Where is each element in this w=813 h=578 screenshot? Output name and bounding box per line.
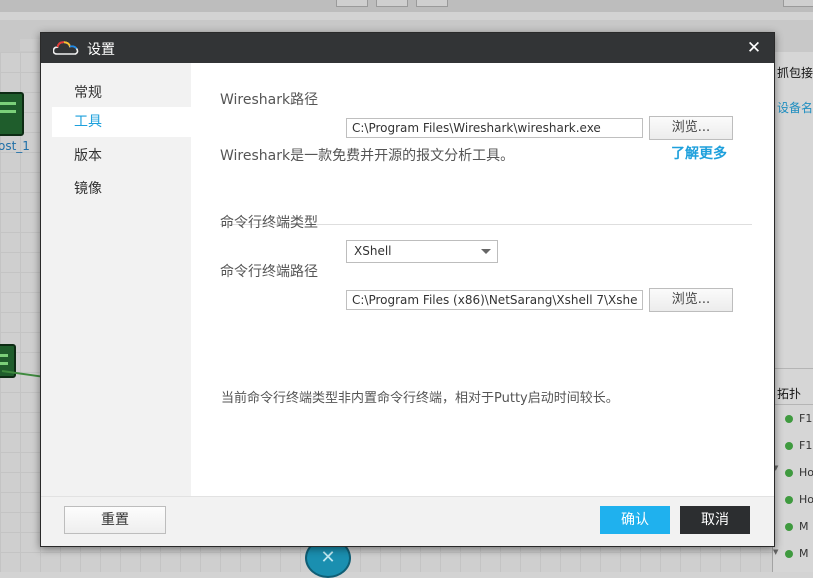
terminal-path-input[interactable]	[346, 290, 643, 310]
sidebar-item-label: 工具	[74, 114, 102, 130]
status-dot-icon	[785, 442, 793, 450]
topology-list-item[interactable]: M	[785, 520, 809, 533]
sidebar-item-label: 版本	[74, 148, 102, 164]
dialog-title-bar[interactable]: 设置 ✕	[41, 33, 774, 63]
terminal-browse-button[interactable]: 浏览...	[649, 288, 733, 312]
panel-divider	[773, 368, 813, 369]
reset-button[interactable]: 重置	[64, 506, 166, 534]
topology-item-label: F1	[799, 439, 813, 452]
toolbar-button[interactable]	[336, 0, 368, 7]
status-dot-icon	[785, 469, 793, 477]
device-name-link[interactable]: 设备名	[777, 99, 813, 116]
sidebar-item-label: 常规	[74, 85, 102, 101]
cloud-logo-icon	[53, 41, 79, 55]
status-dot-icon	[785, 415, 793, 423]
close-icon[interactable]: ✕	[744, 38, 764, 58]
status-dot-icon	[785, 523, 793, 531]
terminal-type-select[interactable]: XShell	[346, 240, 498, 263]
terminal-type-label: 命令行终端类型	[220, 215, 318, 231]
topology-panel-title: 拓扑	[777, 387, 802, 401]
sidebar-item-tools[interactable]: 工具	[52, 107, 191, 137]
topology-item-label: F1	[799, 412, 813, 425]
topology-item-label: M	[799, 520, 809, 533]
learn-more-link[interactable]: 了解更多	[671, 143, 727, 163]
app-top-bar	[0, 0, 813, 12]
toolbar-button[interactable]	[416, 0, 448, 7]
topology-item-label: M	[799, 547, 809, 560]
terminal-path-label: 命令行终端路径	[220, 264, 318, 280]
host-device-label: ost_1	[0, 139, 30, 153]
topology-list-item[interactable]: Ho	[785, 493, 813, 506]
topology-list-item[interactable]: M	[785, 547, 809, 560]
topology-list-item[interactable]: F1	[785, 439, 812, 452]
capture-panel-title: 抓包接	[777, 66, 813, 80]
sidebar-item-general[interactable]: 常规	[52, 78, 191, 108]
status-dot-icon	[785, 496, 793, 504]
sidebar-item-label: 镜像	[74, 181, 102, 197]
settings-sidebar: 常规 工具 版本 镜像	[41, 63, 191, 496]
expand-arrow-icon[interactable]: ▼	[773, 548, 778, 556]
status-dot-icon	[785, 550, 793, 558]
wireshark-path-input[interactable]	[346, 118, 643, 138]
topology-list-item[interactable]: F1	[785, 412, 812, 425]
host-device-icon[interactable]	[0, 92, 24, 136]
toolbar-button[interactable]	[376, 0, 408, 7]
toolbar-button[interactable]	[783, 0, 813, 7]
topology-item-label: Ho	[799, 493, 813, 506]
right-panel: 抓包接 设备名 拓扑 F1 F1 ▼ Ho Ho M ▼ M	[772, 52, 813, 572]
dialog-footer: 重置 确认 取消	[41, 496, 774, 546]
chevron-down-icon	[481, 249, 491, 254]
terminal-startup-note: 当前命令行终端类型非内置命令行终端，相对于Putty启动时间较长。	[221, 391, 619, 406]
terminal-type-value: XShell	[354, 244, 392, 258]
wireshark-description: Wireshark是一款免费并开源的报文分析工具。	[220, 148, 515, 164]
settings-dialog: 设置 ✕ 常规 工具 版本 镜像 Wireshark路径 浏览... Wires…	[40, 32, 775, 547]
dialog-title: 设置	[87, 42, 115, 58]
topology-list-item[interactable]: Ho	[785, 466, 813, 479]
wireshark-path-label: Wireshark路径	[220, 92, 319, 108]
cancel-button[interactable]: 取消	[680, 506, 750, 534]
wireshark-browse-button[interactable]: 浏览...	[649, 116, 733, 140]
confirm-button[interactable]: 确认	[600, 506, 670, 534]
sidebar-item-mirror[interactable]: 镜像	[52, 174, 191, 204]
panel-divider	[773, 404, 813, 405]
tools-settings-panel: Wireshark路径 浏览... Wireshark是一款免费并开源的报文分析…	[191, 63, 774, 496]
topology-item-label: Ho	[799, 466, 813, 479]
sidebar-item-version[interactable]: 版本	[52, 141, 191, 171]
